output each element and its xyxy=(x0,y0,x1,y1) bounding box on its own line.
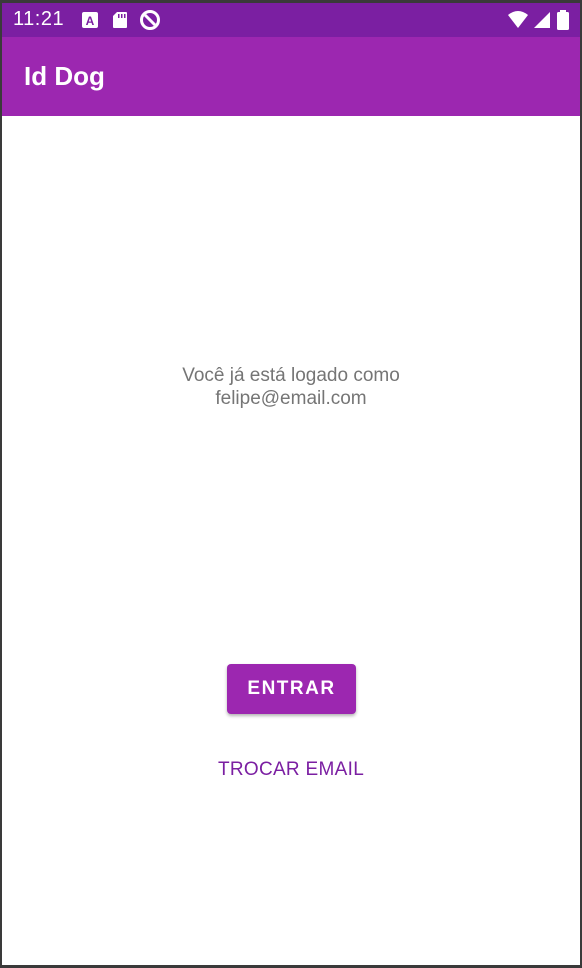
signal-icon xyxy=(532,10,552,30)
logged-in-label: Você já está logado como xyxy=(182,365,400,386)
battery-icon xyxy=(556,10,570,30)
wifi-icon xyxy=(507,10,529,30)
change-email-button[interactable]: TROCAR EMAIL xyxy=(201,753,381,787)
sd-card-icon xyxy=(110,10,130,30)
app-bar: Id Dog xyxy=(2,37,580,116)
a-square-icon: A xyxy=(80,10,100,30)
app-title: Id Dog xyxy=(24,61,105,91)
svg-text:A: A xyxy=(86,14,95,28)
no-sync-icon xyxy=(139,9,161,31)
enter-button[interactable]: ENTRAR xyxy=(227,664,356,714)
status-time: 11:21 xyxy=(13,8,65,30)
logged-in-message: Você já está logado como felipe@email.co… xyxy=(2,364,580,410)
logged-in-email: felipe@email.com xyxy=(215,388,367,409)
status-bar: 11:21 A xyxy=(2,3,580,37)
app-screen: 11:21 A Id Dog Você já está logado como … xyxy=(2,3,580,965)
